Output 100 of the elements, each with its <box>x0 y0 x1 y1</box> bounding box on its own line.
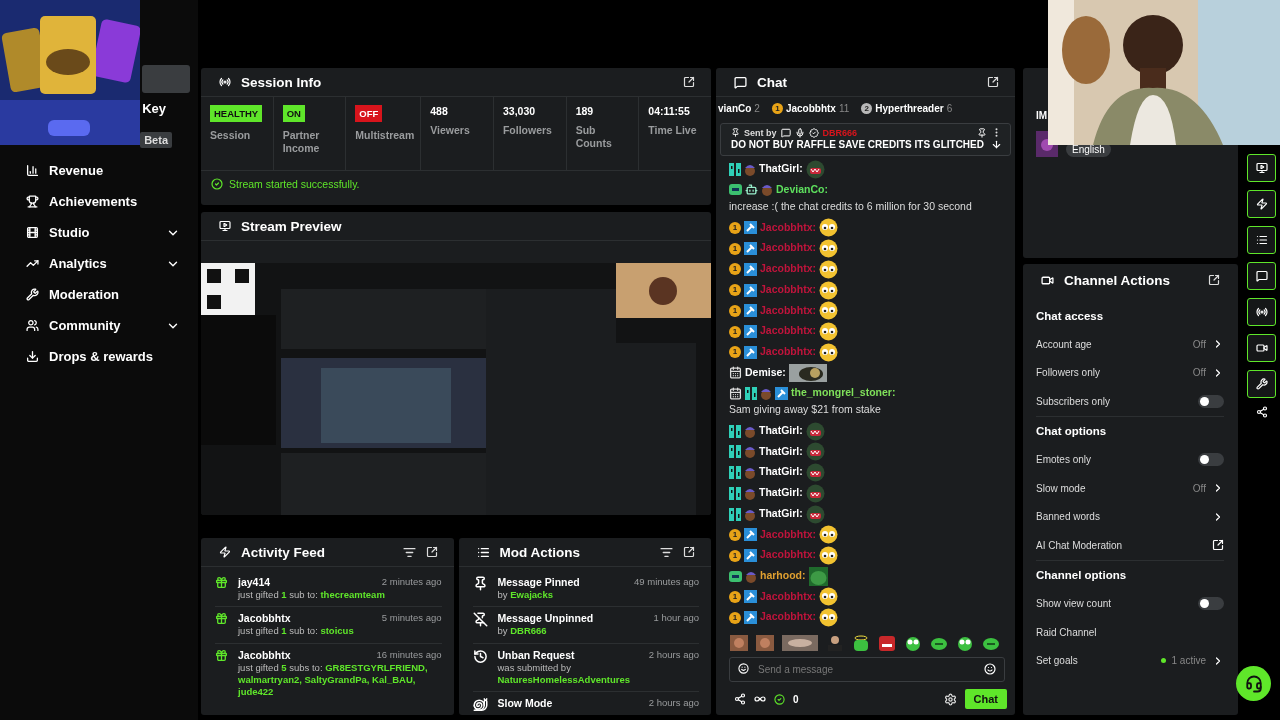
user-name[interactable]: ThatGirl: <box>759 423 803 436</box>
panel-toggle-button[interactable] <box>1247 154 1276 182</box>
action-title: Message Unpinned <box>497 612 594 625</box>
pinned-text: DO NOT BUY RAFFLE SAVE CREDITS ITS GLITCHED <box>731 138 985 151</box>
nav-item-label[interactable]: Key <box>142 101 166 116</box>
nav-item[interactable]: Achievements <box>0 186 198 217</box>
popout-button[interactable] <box>683 76 695 88</box>
unpin-icon <box>472 612 488 628</box>
panel-toggle-button[interactable] <box>1247 334 1276 362</box>
toggle-switch[interactable] <box>1198 453 1224 467</box>
popout-button[interactable] <box>683 546 695 558</box>
panel-title: Chat <box>757 74 788 90</box>
film-icon <box>26 226 39 239</box>
user-name[interactable]: the_mongrel_stoner: <box>791 385 896 398</box>
panel-toggle-button[interactable] <box>1247 226 1276 254</box>
emote-icon[interactable] <box>956 635 974 651</box>
broadcast-icon <box>219 76 231 88</box>
panel-toggle-button[interactable] <box>1247 190 1276 218</box>
setting-row[interactable]: AI Chat Moderation <box>1036 531 1224 560</box>
nav-item[interactable]: Moderation <box>0 279 198 310</box>
chat-badge-icon <box>729 570 742 582</box>
emote-icon <box>819 218 838 238</box>
setting-row[interactable]: Set goals 1 active <box>1036 646 1224 675</box>
setting-row[interactable]: Subscribers only <box>1036 387 1224 416</box>
timestamp: 5 minutes ago <box>381 612 442 625</box>
user-name[interactable]: DevianCo: <box>776 182 828 195</box>
nav-item[interactable]: Revenue <box>0 155 198 186</box>
toggle-switch[interactable] <box>1198 597 1224 611</box>
emote-icon <box>819 608 838 628</box>
filter-button[interactable] <box>402 545 416 559</box>
stat-value: 488 <box>430 105 449 117</box>
timestamp: 16 minutes ago <box>376 648 442 661</box>
user-name[interactable]: Demise: <box>745 365 786 378</box>
grid-icon <box>729 466 741 480</box>
panel-toggle-button[interactable] <box>1247 370 1276 398</box>
emote-icon <box>819 259 838 279</box>
avatar-icon <box>744 424 756 438</box>
nav-item[interactable]: Drops & rewards <box>0 341 198 372</box>
popout-button[interactable] <box>987 76 999 88</box>
setting-row[interactable]: Emotes only <box>1036 445 1224 474</box>
setting-row[interactable]: Show view count <box>1036 589 1224 618</box>
user-name[interactable]: ThatGirl: <box>759 506 803 519</box>
emote-icon[interactable] <box>878 635 896 651</box>
popout-button[interactable] <box>1208 274 1220 286</box>
hammer-icon <box>744 325 757 339</box>
filter-button[interactable] <box>660 545 673 559</box>
avatar-icon <box>760 386 772 400</box>
emote-icon <box>819 280 838 300</box>
sub-badge: 1 <box>729 590 741 603</box>
user-name[interactable]: ThatGirl: <box>759 465 803 478</box>
nav-item[interactable]: Studio <box>0 217 198 248</box>
message-field[interactable]: Send a message <box>729 657 1005 682</box>
action-title: Unban Request <box>497 648 575 661</box>
user-name[interactable]: ThatGirl: <box>759 486 803 499</box>
user-name[interactable]: ThatGirl: <box>759 444 803 457</box>
gift-icon <box>215 612 228 626</box>
emote-icon[interactable] <box>982 635 1000 651</box>
help-button[interactable] <box>1236 666 1271 701</box>
hammer-icon <box>744 611 757 625</box>
sub-badge: 1 <box>729 528 741 541</box>
emote-icon <box>808 566 828 586</box>
emote-icon <box>819 525 838 545</box>
send-button[interactable]: Chat <box>964 689 1007 709</box>
user-name: Jacobbhtx <box>238 612 291 625</box>
emote-icon[interactable] <box>904 635 922 651</box>
stat-value: 33,030 <box>502 105 537 117</box>
stat-label: Partner Income <box>282 129 321 156</box>
grid-icon <box>745 386 757 400</box>
panel-toggle-button[interactable] <box>1247 262 1276 290</box>
popout-button[interactable] <box>425 546 438 558</box>
emote-icon[interactable] <box>852 635 870 651</box>
user-name[interactable]: harhood: <box>760 569 806 581</box>
timestamp: 49 minutes ago <box>634 576 699 588</box>
setting-row[interactable]: Banned words <box>1036 502 1224 531</box>
stat-value: 04:11:55 <box>648 105 691 117</box>
leader-name: Jacobbhtx <box>785 102 836 114</box>
sub-badge: 1 <box>729 304 741 317</box>
bolt-icon <box>1255 198 1268 210</box>
setting-row[interactable]: Slow mode Off <box>1036 474 1224 503</box>
timestamp: 2 hours ago <box>648 648 699 661</box>
emote-icon[interactable] <box>930 635 948 651</box>
section-title: Chat options <box>1036 424 1108 439</box>
emote-icon[interactable] <box>826 635 844 651</box>
panel-title: Session Info <box>241 74 323 90</box>
broadcast-icon <box>1255 306 1268 318</box>
activity-text: just gifted 1 sub to: stoicus <box>238 625 355 638</box>
panel-toggle-button[interactable] <box>1247 298 1276 326</box>
user-name[interactable]: ThatGirl: <box>759 162 803 174</box>
setting-row[interactable]: Account age Off <box>1036 330 1224 359</box>
pin-icon <box>977 127 987 138</box>
toggle-switch[interactable] <box>1198 394 1224 408</box>
emote-icon <box>805 504 825 524</box>
activity-text: just gifted 1 sub to: thecreamteam <box>238 589 386 602</box>
panel-title: Mod Actions <box>499 544 581 560</box>
calendar-icon <box>729 386 742 400</box>
setting-row[interactable]: Followers only Off <box>1036 358 1224 387</box>
nav-item[interactable]: Community <box>0 310 198 341</box>
setting-row[interactable]: Raid Channel <box>1036 618 1224 647</box>
settings-button[interactable] <box>943 692 957 706</box>
nav-item[interactable]: Analytics <box>0 248 198 279</box>
